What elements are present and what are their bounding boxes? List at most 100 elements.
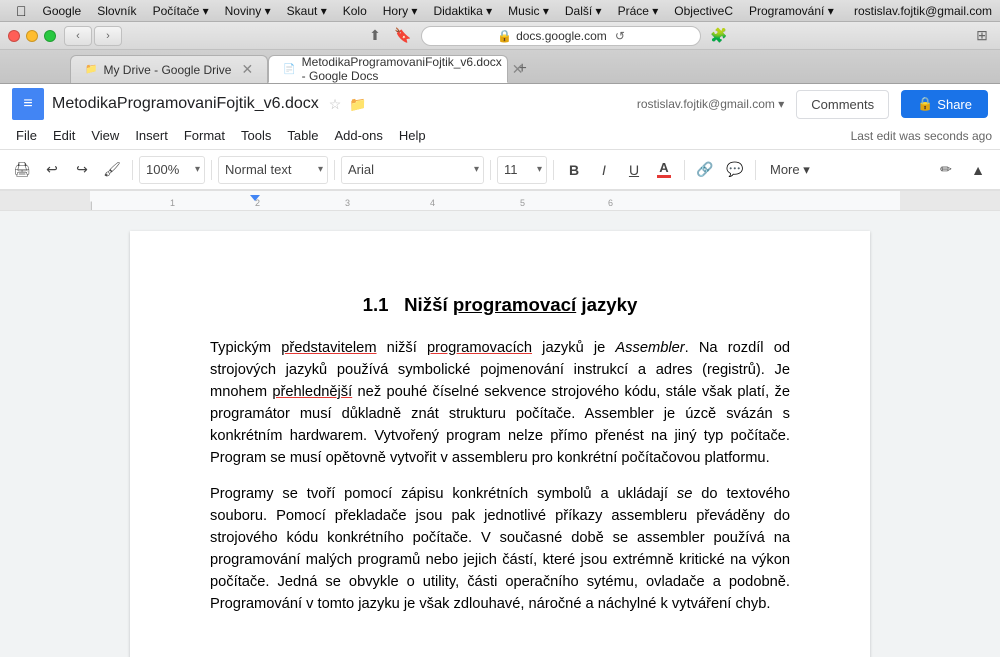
toolbar-sep-4 [490, 160, 491, 180]
didaktika-menu[interactable]: Didaktika ▾ [425, 3, 500, 19]
objectivec-menu[interactable]: ObjectiveC [666, 3, 741, 19]
app-header: ≡ MetodikaProgramovaniFojtik_v6.docx ☆ 📁… [0, 84, 1000, 191]
ruler-mark-5: 5 [520, 198, 525, 208]
word-predstavitelem: představitelem [281, 340, 376, 356]
nav-buttons: ‹ › [64, 26, 122, 46]
tab-docs[interactable]: 📄 MetodikaProgramovaniFojtik_v6.docx - G… [268, 55, 508, 83]
address-bar[interactable]: 🔒 docs.google.com ↺ [421, 26, 701, 46]
font-color-button[interactable]: A [650, 156, 678, 184]
collapse-toolbar-button[interactable]: ▲ [964, 156, 992, 184]
music-menu[interactable]: Music ▾ [500, 3, 557, 19]
bold-button[interactable]: B [560, 156, 588, 184]
share-lock-icon: 🔒 [917, 96, 933, 112]
ruler-mark-3: 3 [345, 198, 350, 208]
tab-drive-close[interactable]: ✕ [241, 61, 253, 78]
extensions-icon[interactable]: 🧩 [709, 26, 729, 46]
ruler-mark-0: | [90, 200, 92, 210]
apple-menu[interactable]:  [8, 2, 35, 20]
menu-addons[interactable]: Add-ons [326, 124, 390, 147]
menu-tools[interactable]: Tools [233, 124, 279, 147]
minimize-window-button[interactable] [26, 30, 38, 42]
tab-drive-favicon: 📁 [85, 64, 97, 75]
doc-title-row: ≡ MetodikaProgramovaniFojtik_v6.docx ☆ 📁… [0, 84, 1000, 122]
toolbar-sep-6 [684, 160, 685, 180]
tab-docs-close[interactable]: ✕ [512, 61, 524, 78]
comment-button[interactable]: 💬 [721, 156, 749, 184]
style-select[interactable]: Normal text Heading 1 Heading 2 Heading … [219, 157, 319, 183]
tab-drive-label: My Drive - Google Drive [103, 63, 231, 77]
share-label: Share [937, 97, 972, 112]
tab-drive[interactable]: 📁 My Drive - Google Drive ✕ [70, 55, 268, 83]
link-button[interactable]: 🔗 [691, 156, 719, 184]
menu-file[interactable]: File [8, 124, 45, 147]
maximize-window-button[interactable] [44, 30, 56, 42]
section-heading: 1.1 Nižší programovací jazyky [210, 291, 790, 319]
menu-edit[interactable]: Edit [45, 124, 83, 147]
title-bar: ‹ › ⬆ 🔖 🔒 docs.google.com ↺ 🧩 ⊞ [0, 22, 1000, 50]
undo-button[interactable]: ↩ [38, 156, 66, 184]
underline-button[interactable]: U [620, 156, 648, 184]
new-window-button[interactable]: ⊞ [972, 26, 992, 46]
paragraph-1: Typickým představitelem nižší programova… [210, 337, 790, 469]
zoom-select-wrap[interactable]: 100% 75% 50% 125% 150% ▾ [139, 156, 205, 184]
link-comment-group: 🔗 💬 [691, 156, 749, 184]
programovani-menu[interactable]: Programování ▾ [741, 3, 842, 19]
ruler-mark-2: 2 [255, 198, 260, 208]
document-title[interactable]: MetodikaProgramovaniFojtik_v6.docx [52, 95, 319, 113]
share-button[interactable]: 🔒 Share [901, 90, 988, 118]
menu-insert[interactable]: Insert [127, 124, 176, 147]
paint-format-button[interactable]: 🖌 [98, 156, 126, 184]
address-bar-area: ⬆ 🔖 🔒 docs.google.com ↺ 🧩 [122, 26, 972, 46]
font-select[interactable]: Arial Times New Roman Courier New Georgi… [342, 157, 483, 183]
style-select-wrap[interactable]: Normal text Heading 1 Heading 2 Heading … [218, 156, 328, 184]
menu-format[interactable]: Format [176, 124, 233, 147]
menu-table[interactable]: Table [279, 124, 326, 147]
word-assembler: Assembler [615, 340, 684, 356]
share-icon[interactable]: ⬆ [365, 26, 385, 46]
last-edit-status: Last edit was seconds ago [851, 129, 992, 143]
reload-icon[interactable]: ↺ [615, 29, 625, 43]
document-page[interactable]: 1.1 Nižší programovací jazyky Typickým p… [130, 231, 870, 657]
slovnik-menu[interactable]: Slovník [89, 3, 144, 19]
font-color-icon: A [657, 161, 671, 178]
more-button[interactable]: More ▾ [762, 156, 818, 184]
comments-button[interactable]: Comments [796, 90, 889, 119]
back-button[interactable]: ‹ [64, 26, 92, 46]
close-window-button[interactable] [8, 30, 20, 42]
traffic-lights [8, 30, 56, 42]
noviny-menu[interactable]: Noviny ▾ [217, 3, 279, 19]
bookmark-icon[interactable]: 🔖 [393, 26, 413, 46]
docs-app-icon: ≡ [12, 88, 44, 120]
star-button[interactable]: ☆ [329, 96, 342, 113]
redo-button[interactable]: ↪ [68, 156, 96, 184]
docs-icon-lines: ≡ [23, 95, 32, 113]
titlebar-right: ⊞ [972, 26, 992, 46]
italic-button[interactable]: I [590, 156, 618, 184]
format-buttons-group: B I U A [560, 156, 678, 184]
kolo-menu[interactable]: Kolo [335, 3, 375, 19]
size-select-wrap[interactable]: 11 8 9 10 12 14 18 24 36 ▾ [497, 156, 547, 184]
url-text[interactable]: docs.google.com [516, 29, 607, 43]
user-email-header[interactable]: rostislav.fojtik@gmail.com ▾ [637, 97, 784, 111]
pen-tool-button[interactable]: ✏ [932, 156, 960, 184]
google-menu[interactable]: Google [35, 3, 90, 19]
dalsi-menu[interactable]: Další ▾ [557, 3, 610, 19]
size-select[interactable]: 11 8 9 10 12 14 18 24 36 [498, 157, 543, 183]
toolbar-sep-2 [211, 160, 212, 180]
print-button[interactable]: 🖨 [8, 156, 36, 184]
skaut-menu[interactable]: Skaut ▾ [279, 3, 335, 19]
menu-help[interactable]: Help [391, 124, 434, 147]
toolbar-sep-5 [553, 160, 554, 180]
pocitace-menu[interactable]: Počítače ▾ [145, 3, 217, 19]
zoom-select[interactable]: 100% 75% 50% 125% 150% [140, 157, 204, 183]
font-select-wrap[interactable]: Arial Times New Roman Courier New Georgi… [341, 156, 484, 184]
hory-menu[interactable]: Hory ▾ [375, 3, 426, 19]
menu-view[interactable]: View [83, 124, 127, 147]
ruler-inner: | 1 2 3 4 5 6 [90, 191, 900, 210]
prace-menu[interactable]: Práce ▾ [610, 3, 667, 19]
folder-button[interactable]: 📁 [349, 96, 366, 113]
ruler-margin-left [0, 191, 90, 210]
user-email-sys: rostislav.fojtik@gmail.com [854, 4, 992, 18]
forward-button[interactable]: › [94, 26, 122, 46]
toolbar-print-group: 🖨 ↩ ↪ 🖌 [8, 156, 126, 184]
